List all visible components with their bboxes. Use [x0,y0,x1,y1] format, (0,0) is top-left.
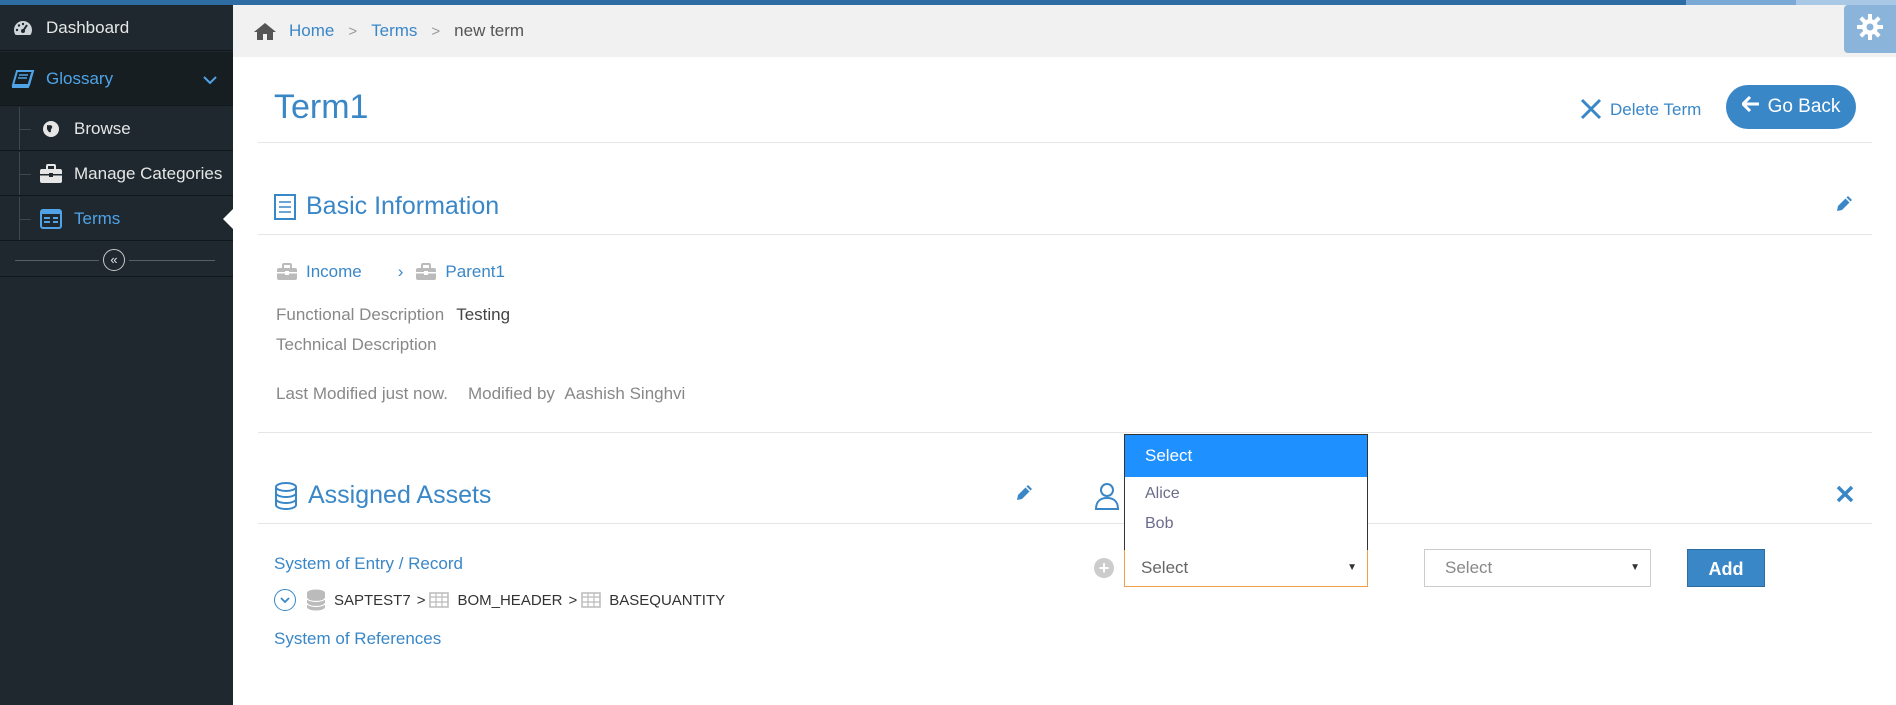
sidebar-item-label: Glossary [46,68,114,88]
edit-pencil-icon[interactable] [1014,483,1034,509]
section-title-text: Basic Information [306,192,500,220]
functional-description-label: Functional Description [276,305,445,324]
category-link-parent1[interactable]: Parent1 [445,262,505,282]
dropdown-option-alice[interactable]: Alice [1125,479,1367,509]
globe-icon [38,118,64,140]
dropdown-option-bob[interactable]: Bob [1125,509,1367,539]
tree-line [19,219,31,220]
home-icon[interactable] [253,21,277,41]
table-grid-icon [581,592,602,608]
database-icon [306,589,326,611]
delete-term-label: Delete Term [1610,99,1702,119]
delete-term-button[interactable]: Delete Term [1580,98,1701,121]
breadcrumb: Home > Terms > new term [233,5,1896,57]
settings-gear-button[interactable] [1844,5,1896,53]
add-button[interactable]: Add [1687,549,1765,587]
user-select[interactable]: Select ▼ [1124,549,1368,587]
go-back-button[interactable]: Go Back [1726,85,1856,129]
divider [129,260,215,261]
role-select[interactable]: Select ▼ [1424,549,1651,587]
expand-chevron-icon[interactable] [274,589,296,611]
breadcrumb-home[interactable]: Home [289,21,334,41]
sidebar-item-terms[interactable]: Terms [0,197,233,241]
technical-description-label: Technical Description [276,335,437,354]
divider [258,234,1872,235]
chevron-down-icon [203,70,217,90]
basic-information-heading: Basic Information [274,192,499,221]
user-dropdown-list: Select Alice Bob [1124,434,1368,550]
dashboard-icon [10,17,36,39]
functional-description-value: Testing [456,305,511,324]
system-of-references-link[interactable]: System of References [274,629,441,649]
role-select-value: Select [1445,558,1493,577]
divider [258,432,1872,433]
gear-icon [1856,13,1884,46]
tree-line [19,174,31,175]
modified-by-label: Modified by [467,384,555,403]
sidebar-item-label: Terms [74,208,121,228]
book-icon [10,68,36,90]
sidebar-item-manage-categories[interactable]: Manage Categories [0,152,233,196]
briefcase-icon [415,263,437,281]
chevron-right-icon: > [568,591,578,609]
category-path: Income › Parent1 [276,262,505,282]
divider [258,142,1872,143]
system-of-entry-link[interactable]: System of Entry / Record [274,554,463,574]
briefcase-icon [276,263,298,281]
database-icon [274,481,298,510]
page-title: Term1 [274,88,369,126]
breadcrumb-separator: > [431,22,441,40]
breadcrumb-separator: > [348,22,358,40]
functional-description-row: Functional Description Testing [276,305,510,325]
breadcrumb-terms[interactable]: Terms [371,21,417,41]
technical-description-row: Technical Description [276,335,437,355]
asset-column: BASEQUANTITY [609,591,726,609]
close-icon [1580,98,1602,121]
asset-table: BOM_HEADER [457,591,563,609]
add-circle-icon[interactable]: + [1094,558,1114,578]
chevron-right-icon: > [416,591,426,609]
category-link-income[interactable]: Income [306,262,362,282]
chevron-right-icon: › [397,262,404,281]
sidebar-item-browse[interactable]: Browse [0,107,233,151]
active-indicator [223,209,233,229]
caret-down-icon: ▼ [1630,562,1640,573]
divider [15,260,99,261]
sidebar-collapse-row: « [0,243,233,277]
dropdown-option-select[interactable]: Select [1125,435,1367,477]
edit-pencil-icon[interactable] [1834,194,1854,220]
section-title-text: Assigned Assets [308,481,492,509]
sidebar: Dashboard Glossary Browse Manage Categor… [0,5,233,705]
document-icon [274,193,296,220]
table-icon [38,208,64,230]
user-icon [1094,482,1120,515]
modified-by-value: Aashish Singhvi [564,384,686,403]
close-icon[interactable] [1836,482,1854,510]
table-grid-icon [429,592,450,608]
divider [258,523,1872,524]
asset-database: SAPTEST7 [334,591,411,609]
assigned-assets-heading: Assigned Assets [274,481,491,510]
last-modified-text: Last Modified just now. [276,384,448,403]
modified-info: Last Modified just now. Modified by Aashi… [276,384,685,404]
sidebar-item-label: Dashboard [46,17,130,37]
asset-path: SAPTEST7 > BOM_HEADER > BASEQUANTITY [274,589,725,611]
sidebar-item-dashboard[interactable]: Dashboard [0,5,233,51]
caret-down-icon: ▼ [1347,562,1357,573]
sidebar-item-label: Browse [74,118,131,138]
arrow-left-icon [1740,95,1760,118]
tree-line [19,129,31,130]
user-select-value: Select [1141,558,1189,577]
collapse-sidebar-icon[interactable]: « [103,249,125,271]
sidebar-item-label: Manage Categories [74,163,223,183]
sidebar-item-glossary[interactable]: Glossary [0,52,233,106]
go-back-label: Go Back [1767,96,1841,117]
briefcase-icon [38,163,64,185]
breadcrumb-current: new term [454,21,525,40]
